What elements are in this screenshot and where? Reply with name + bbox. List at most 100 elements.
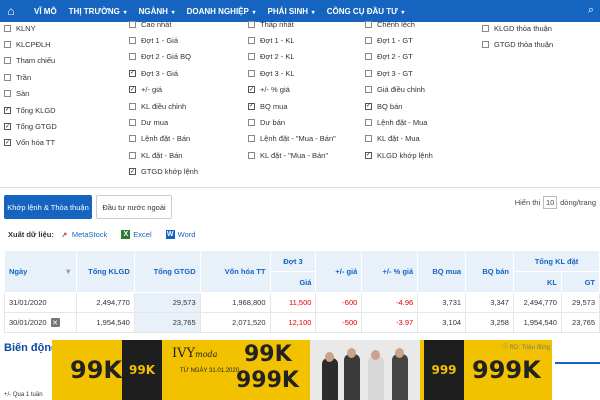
checkbox-unchecked[interactable]: [248, 119, 255, 127]
checkbox-unchecked[interactable]: [365, 20, 372, 28]
column-option[interactable]: ✓ BQ bán: [365, 98, 433, 114]
export-metastock[interactable]: ↗ MetaStock: [60, 230, 107, 239]
column-option[interactable]: ✓ Đợt 3 - Giá: [129, 65, 198, 81]
column-option-label: KLGD khớp lệnh: [377, 150, 433, 160]
nav-item-phai-sinh[interactable]: PHÁI SINH ▾: [268, 7, 315, 16]
column-option[interactable]: Dư mua: [129, 114, 198, 130]
column-option[interactable]: KLGD thỏa thuận: [482, 20, 553, 36]
export-word[interactable]: W Word: [165, 230, 195, 239]
checkbox-checked[interactable]: ✓: [365, 151, 372, 159]
column-option[interactable]: Trần: [4, 69, 57, 85]
column-option[interactable]: KLNY: [4, 20, 57, 36]
column-option[interactable]: Cao nhất: [129, 20, 198, 32]
checkbox-unchecked[interactable]: [248, 151, 255, 159]
home-icon[interactable]: ⌂: [0, 0, 22, 22]
column-option[interactable]: Đợt 3 - KL: [248, 65, 336, 81]
checkbox-unchecked[interactable]: [129, 119, 136, 127]
column-option[interactable]: ✓ Tổng KLGD: [4, 102, 57, 118]
checkbox-unchecked[interactable]: [365, 53, 372, 61]
col-header-date[interactable]: Ngày ▼: [4, 250, 77, 293]
close-icon[interactable]: ✕: [50, 318, 60, 328]
checkbox-unchecked[interactable]: [248, 69, 255, 77]
checkbox-unchecked[interactable]: [482, 24, 489, 32]
checkbox-unchecked[interactable]: [365, 37, 372, 45]
checkbox-checked[interactable]: ✓: [4, 123, 11, 131]
column-option[interactable]: Đợt 2 - KL: [248, 49, 336, 65]
checkbox-unchecked[interactable]: [248, 53, 255, 61]
column-option[interactable]: ✓ Vốn hóa TT: [4, 135, 57, 151]
column-option[interactable]: Đợt 2 - GT: [365, 49, 433, 65]
column-option[interactable]: KLCPĐLH: [4, 36, 57, 52]
column-option[interactable]: Giá điều chỉnh: [365, 82, 433, 98]
checkbox-unchecked[interactable]: [4, 73, 11, 81]
checkbox-checked[interactable]: ✓: [248, 102, 255, 110]
checkbox-checked[interactable]: ✓: [4, 139, 11, 147]
column-option[interactable]: Sàn: [4, 86, 57, 102]
checkbox-unchecked[interactable]: [129, 53, 136, 61]
column-option[interactable]: Đợt 1 - Giá: [129, 32, 198, 48]
column-option[interactable]: Tham chiếu: [4, 53, 57, 69]
column-option[interactable]: Đợt 1 - KL: [248, 32, 336, 48]
column-option[interactable]: Đợt 3 - GT: [365, 65, 433, 81]
ad-banner[interactable]: 99K 99K IVYmoda TỪ NGÀY 31.01.2020 99K 9…: [52, 340, 552, 400]
sort-icon[interactable]: ▼: [64, 267, 71, 276]
column-option[interactable]: ✓ BQ mua: [248, 98, 336, 114]
column-option[interactable]: ✓ Tổng GTGD: [4, 118, 57, 134]
checkbox-unchecked[interactable]: [4, 24, 11, 32]
checkbox-checked[interactable]: ✓: [4, 106, 11, 114]
col-header-pct: +/- % giá: [361, 250, 419, 293]
checkbox-unchecked[interactable]: [365, 86, 372, 94]
column-option[interactable]: Dư bán: [248, 114, 336, 130]
checkbox-unchecked[interactable]: [4, 90, 11, 98]
checkbox-unchecked[interactable]: [248, 37, 255, 45]
export-excel[interactable]: X Excel: [121, 230, 152, 239]
column-option[interactable]: Thấp nhất: [248, 20, 336, 32]
column-option[interactable]: KL điều chỉnh: [129, 98, 198, 114]
column-option-label: +/- giá: [141, 85, 163, 95]
checkbox-unchecked[interactable]: [248, 20, 255, 28]
checkbox-unchecked[interactable]: [129, 151, 136, 159]
column-option-label: Đợt 3 - Giá: [141, 68, 179, 78]
nav-item-nganh[interactable]: NGÀNH ▾: [139, 7, 175, 16]
column-option[interactable]: ✓ +/- % giá: [248, 82, 336, 98]
caret-down-icon: ▾: [121, 9, 127, 16]
checkbox-unchecked[interactable]: [365, 135, 372, 143]
checkbox-checked[interactable]: ✓: [129, 168, 136, 176]
checkbox-checked[interactable]: ✓: [248, 86, 255, 94]
column-option[interactable]: Lệnh đặt - Mua: [365, 114, 433, 130]
checkbox-unchecked[interactable]: [4, 57, 11, 65]
checkbox-unchecked[interactable]: [248, 135, 255, 143]
checkbox-unchecked[interactable]: [129, 20, 136, 28]
column-option[interactable]: ✓ KLGD khớp lệnh: [365, 147, 433, 163]
checkbox-unchecked[interactable]: [365, 69, 372, 77]
column-option[interactable]: Chênh lệch: [365, 20, 433, 32]
column-option[interactable]: Đợt 1 - GT: [365, 32, 433, 48]
checkbox-checked[interactable]: ✓: [365, 102, 372, 110]
column-option[interactable]: Lệnh đặt - Bán: [129, 131, 198, 147]
column-option[interactable]: Lệnh đặt - "Mua - Bán": [248, 131, 336, 147]
column-option[interactable]: KL đặt - Mua: [365, 131, 433, 147]
column-option[interactable]: Đợt 2 - Giá BQ: [129, 49, 198, 65]
tab-matched-and-agreement[interactable]: Khớp lệnh & Thỏa thuận: [4, 195, 92, 219]
checkbox-unchecked[interactable]: [365, 119, 372, 127]
checkbox-checked[interactable]: ✓: [129, 86, 136, 94]
checkbox-unchecked[interactable]: [4, 41, 11, 49]
nav-item-cong-cu-dau-tu[interactable]: CÔNG CỤ ĐẦU TƯ ▾: [327, 7, 405, 16]
column-option[interactable]: ✓ +/- giá: [129, 82, 198, 98]
nav-item-doanh-nghiep[interactable]: DOANH NGHIỆP ▾: [187, 7, 256, 16]
checkbox-unchecked[interactable]: [129, 37, 136, 45]
column-option[interactable]: ✓ GTGD khớp lệnh: [129, 164, 198, 180]
column-option[interactable]: KL đặt - "Mua - Bán": [248, 147, 336, 163]
column-option[interactable]: KL đặt - Bán: [129, 147, 198, 163]
cell-bq-sell: 3,347: [465, 292, 514, 313]
checkbox-unchecked[interactable]: [482, 41, 489, 49]
search-icon[interactable]: ⌕: [588, 4, 594, 17]
column-option[interactable]: GTGD thỏa thuận: [482, 36, 553, 52]
checkbox-checked[interactable]: ✓: [129, 69, 136, 77]
nav-item-vi-mo[interactable]: VĨ MÔ: [34, 7, 57, 16]
checkbox-unchecked[interactable]: [129, 135, 136, 143]
checkbox-unchecked[interactable]: [129, 102, 136, 110]
nav-item-thi-truong[interactable]: THỊ TRƯỜNG ▾: [69, 7, 127, 16]
rows-per-page-input[interactable]: 10: [543, 196, 558, 209]
tab-foreign-investment[interactable]: Đầu tư nước ngoài: [96, 195, 172, 219]
